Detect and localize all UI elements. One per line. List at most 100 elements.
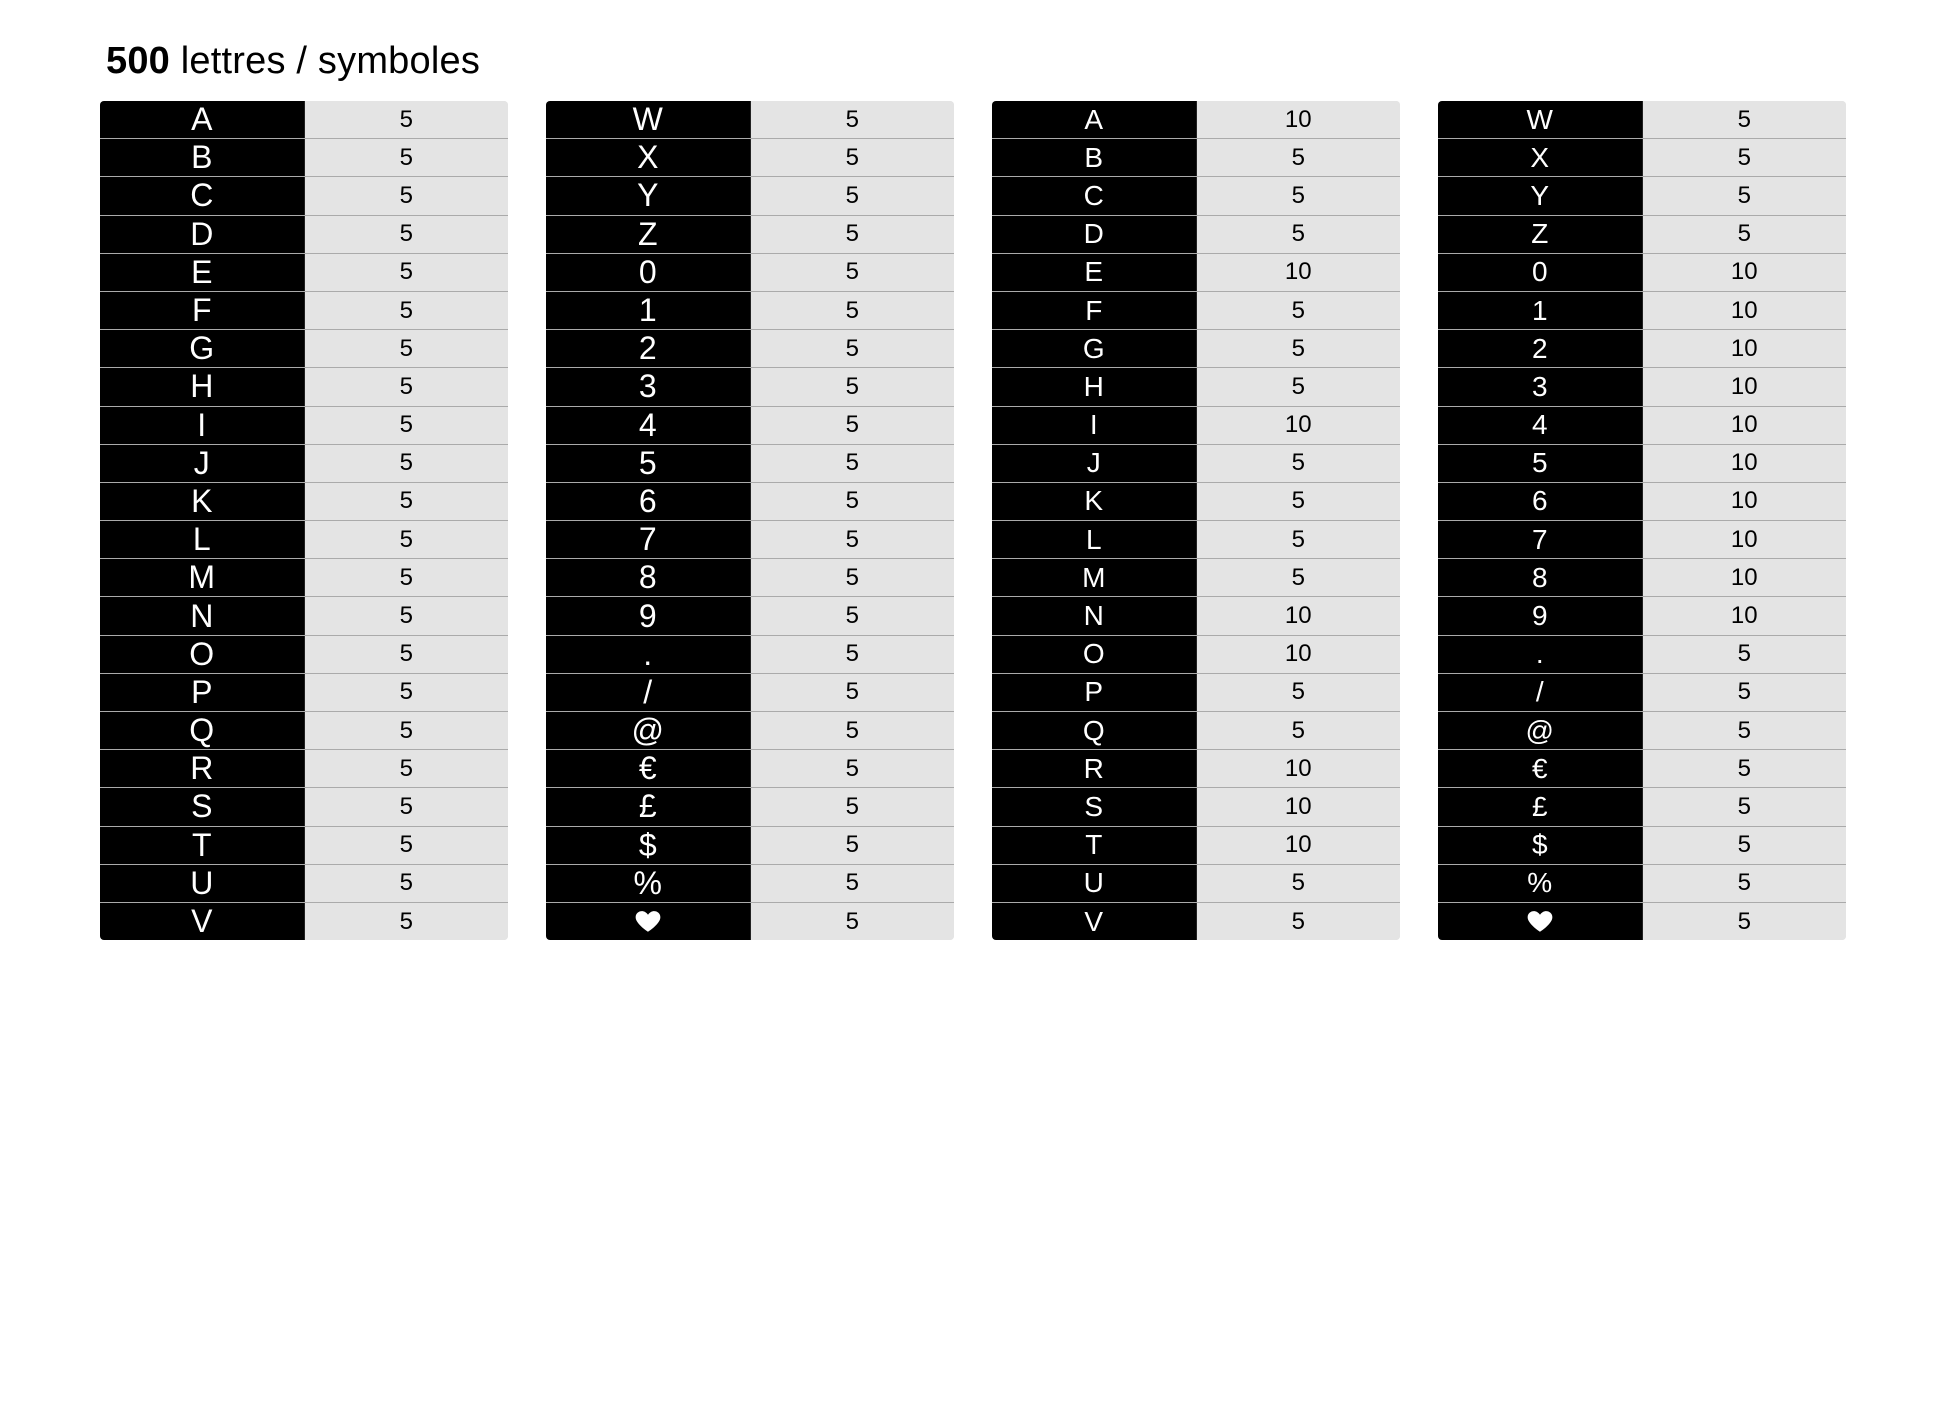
- table-row: R5: [100, 750, 508, 788]
- symbol-cell: 5: [1438, 445, 1643, 482]
- table-row: S5: [100, 788, 508, 826]
- count-cell: 5: [751, 636, 955, 673]
- symbol-cell: %: [1438, 865, 1643, 902]
- count-cell: 5: [305, 216, 509, 253]
- count-cell: 5: [305, 445, 509, 482]
- table-row: F5: [992, 292, 1400, 330]
- count-cell: 5: [751, 559, 955, 596]
- count-cell: 10: [1643, 292, 1847, 329]
- count-cell: 10: [1643, 368, 1847, 405]
- table-row: G5: [992, 330, 1400, 368]
- symbol-cell: %: [546, 865, 751, 902]
- symbol-cell: P: [100, 674, 305, 711]
- table-row: 85: [546, 559, 954, 597]
- table-row: D5: [992, 216, 1400, 254]
- table-row: 45: [546, 407, 954, 445]
- count-cell: 5: [305, 712, 509, 749]
- table-row: N10: [992, 597, 1400, 635]
- count-cell: 5: [305, 827, 509, 864]
- count-cell: 10: [1197, 788, 1401, 825]
- symbol-column: A5B5C5D5E5F5G5H5I5J5K5L5M5N5O5P5Q5R5S5T5…: [100, 101, 508, 940]
- count-cell: 5: [1643, 903, 1847, 940]
- symbol-cell: A: [100, 101, 305, 138]
- table-row: 510: [1438, 445, 1846, 483]
- symbol-cell: O: [100, 636, 305, 673]
- heart-icon: [1438, 903, 1643, 940]
- table-row: K5: [992, 483, 1400, 521]
- count-cell: 5: [751, 216, 955, 253]
- table-row: 310: [1438, 368, 1846, 406]
- symbol-cell: W: [546, 101, 751, 138]
- table-row: %5: [546, 865, 954, 903]
- symbol-cell: .: [1438, 636, 1643, 673]
- table-row: I5: [100, 407, 508, 445]
- table-row: K5: [100, 483, 508, 521]
- count-cell: 5: [305, 636, 509, 673]
- symbol-cell: H: [992, 368, 1197, 405]
- symbol-cell: B: [992, 139, 1197, 176]
- count-cell: 5: [1643, 139, 1847, 176]
- count-cell: 10: [1197, 597, 1401, 634]
- count-cell: 10: [1643, 597, 1847, 634]
- count-cell: 5: [751, 483, 955, 520]
- count-cell: 5: [1197, 674, 1401, 711]
- symbol-cell: 4: [1438, 407, 1643, 444]
- count-cell: 5: [751, 330, 955, 367]
- count-cell: 5: [1197, 521, 1401, 558]
- symbol-cell: 1: [546, 292, 751, 329]
- table-row: £5: [546, 788, 954, 826]
- symbol-cell: M: [100, 559, 305, 596]
- symbol-cell: $: [1438, 827, 1643, 864]
- symbol-cell: U: [100, 865, 305, 902]
- count-cell: 10: [1197, 407, 1401, 444]
- count-cell: 5: [1197, 330, 1401, 367]
- symbol-cell: L: [992, 521, 1197, 558]
- table-row: U5: [100, 865, 508, 903]
- table-row: 210: [1438, 330, 1846, 368]
- title-count: 500: [106, 40, 170, 82]
- table-row: Q5: [100, 712, 508, 750]
- table-row: €5: [546, 750, 954, 788]
- count-cell: 5: [1643, 101, 1847, 138]
- symbol-cell: 5: [546, 445, 751, 482]
- symbol-cell: 1: [1438, 292, 1643, 329]
- table-row: 5: [1438, 903, 1846, 940]
- count-cell: 10: [1197, 254, 1401, 291]
- table-row: 610: [1438, 483, 1846, 521]
- count-cell: 5: [1197, 292, 1401, 329]
- table-row: P5: [100, 674, 508, 712]
- table-row: W5: [546, 101, 954, 139]
- symbol-cell: W: [1438, 101, 1643, 138]
- symbol-cell: 9: [546, 597, 751, 634]
- table-row: V5: [100, 903, 508, 940]
- symbol-cell: £: [546, 788, 751, 825]
- count-cell: 5: [305, 177, 509, 214]
- symbol-cell: X: [546, 139, 751, 176]
- title-rest: lettres / symboles: [170, 40, 480, 82]
- count-cell: 10: [1643, 407, 1847, 444]
- symbol-cell: I: [100, 407, 305, 444]
- table-row: W5: [1438, 101, 1846, 139]
- symbol-cell: T: [100, 827, 305, 864]
- count-cell: 5: [305, 521, 509, 558]
- count-cell: 5: [751, 903, 955, 940]
- symbol-cell: $: [546, 827, 751, 864]
- count-cell: 5: [1197, 559, 1401, 596]
- count-cell: 5: [751, 712, 955, 749]
- count-cell: 10: [1197, 750, 1401, 787]
- count-cell: 5: [305, 139, 509, 176]
- table-row: R10: [992, 750, 1400, 788]
- count-cell: 5: [305, 750, 509, 787]
- count-cell: 5: [751, 521, 955, 558]
- symbol-cell: F: [100, 292, 305, 329]
- table-row: 5: [546, 903, 954, 940]
- table-row: M5: [100, 559, 508, 597]
- count-cell: 10: [1643, 559, 1847, 596]
- count-cell: 5: [751, 407, 955, 444]
- table-row: 75: [546, 521, 954, 559]
- table-row: 710: [1438, 521, 1846, 559]
- symbol-cell: 6: [1438, 483, 1643, 520]
- table-row: X5: [1438, 139, 1846, 177]
- count-cell: 5: [1197, 712, 1401, 749]
- count-cell: 10: [1643, 483, 1847, 520]
